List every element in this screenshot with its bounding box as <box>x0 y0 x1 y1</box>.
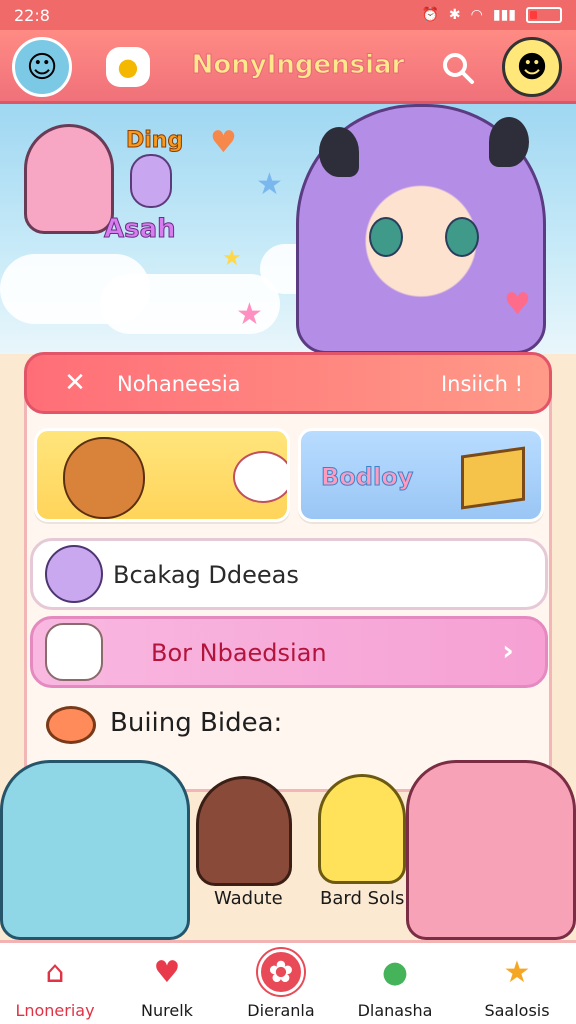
chibi-girl-illustration <box>24 124 114 234</box>
nav-label: Lnoneriay <box>15 1001 95 1020</box>
bluetooth-icon: ✱ <box>448 7 461 23</box>
nav-label: Dlanasha <box>357 1001 433 1020</box>
eye-decoration <box>445 217 479 257</box>
character-row: Wadute Bard Sols <box>0 760 576 940</box>
star-icon: ★ <box>222 246 242 271</box>
tile-label: Bodloy <box>320 463 414 492</box>
list-item[interactable]: Bcakag Ddeeas <box>30 538 548 610</box>
status-bar: 22:8 ⏰ ✱ ◠ ▮▮▮ <box>0 0 576 30</box>
nav-item-home[interactable]: ⌂ Lnoneriay <box>0 943 110 1024</box>
nav-label: Nurelk <box>141 1001 193 1020</box>
bottom-nav: ⌂ Lnoneriay ♥ Nurelk ✿ Dieranla ● Dlanas… <box>0 940 576 1024</box>
character-card[interactable] <box>318 774 406 884</box>
character-name: Bard Sols <box>320 888 405 909</box>
alarm-icon: ⏰ <box>421 7 439 23</box>
chick-icon[interactable]: ● <box>106 47 150 87</box>
list-item-label: Bcakag Ddeeas <box>113 561 299 589</box>
bear-girl-illustration <box>63 437 145 519</box>
status-time: 22:8 <box>14 5 50 25</box>
close-icon[interactable]: ✕ <box>61 369 89 397</box>
nav-item-favorites[interactable]: ♥ Nurelk <box>112 943 222 1024</box>
section-header: Buiing Bidea: <box>46 700 526 750</box>
star-icon: ★ <box>503 954 531 990</box>
profile-avatar-icon[interactable]: ☻ <box>502 37 562 97</box>
hero-banner: Ding Asah ♥ ★ ★ ★ ♥ <box>0 104 576 354</box>
search-input[interactable]: Nohaneesia <box>117 369 327 399</box>
star-icon: ★ <box>236 297 263 332</box>
nav-item-star[interactable]: ★ Saalosis <box>462 943 572 1024</box>
chevron-right-icon[interactable]: › <box>493 637 523 667</box>
bunny-badge-icon: ✿ <box>258 949 304 995</box>
bunny-thumbnail <box>45 623 103 681</box>
heart-icon: ♥ <box>504 287 531 322</box>
chibi-thumbnail <box>45 545 103 603</box>
character-name: Wadute <box>214 888 283 909</box>
horn-decoration <box>489 117 529 167</box>
nav-label: Saalosis <box>484 1001 550 1020</box>
frog-icon: ● <box>381 954 409 990</box>
app-title: NonyIngensiar <box>191 50 405 81</box>
app-header: ☺ ● NonyIngensiar ☻ <box>0 30 576 104</box>
character-card[interactable] <box>196 776 292 886</box>
nav-label: Dieranla <box>247 1001 315 1020</box>
signal-icon: ▮▮▮ <box>492 7 516 23</box>
wifi-icon: ◠ <box>470 7 483 23</box>
home-icon: ⌂ <box>45 954 65 990</box>
feature-tile-yellow[interactable] <box>34 428 290 522</box>
list-item-highlighted[interactable]: Bor Nbaedsian › <box>30 616 548 688</box>
ding-badge: Ding <box>125 128 184 154</box>
battery-level <box>530 11 537 19</box>
nav-item-center[interactable]: ✿ Dieranla <box>226 943 336 1024</box>
anime-girl-avatar-icon[interactable]: ☺ <box>12 37 72 97</box>
heart-icon: ♥ <box>210 125 237 160</box>
bunny-icon <box>233 451 287 503</box>
box-icon <box>461 446 525 510</box>
donut-icon <box>46 706 96 744</box>
status-icons: ⏰ ✱ ◠ ▮▮▮ <box>421 7 562 23</box>
horn-decoration <box>319 127 359 177</box>
heart-icon: ♥ <box>153 954 181 990</box>
character-card[interactable] <box>406 760 576 940</box>
search-icon <box>443 53 474 84</box>
hero-caption: Asah <box>104 214 177 245</box>
chibi-small-illustration <box>130 154 172 208</box>
battery-icon <box>526 7 562 23</box>
search-action-button[interactable]: Insiich ! <box>441 369 523 399</box>
search-button[interactable] <box>438 48 478 88</box>
character-card[interactable] <box>0 760 190 940</box>
list-item-label: Bor Nbaedsian <box>151 639 327 667</box>
feature-tile-blue[interactable]: Bodloy <box>298 428 544 522</box>
star-icon: ★ <box>256 167 283 202</box>
nav-item-frog[interactable]: ● Dlanasha <box>340 943 450 1024</box>
eye-decoration <box>369 217 403 257</box>
search-bar[interactable]: ✕ Nohaneesia Insiich ! <box>24 352 552 414</box>
section-title: Buiing Bidea: <box>110 708 283 738</box>
